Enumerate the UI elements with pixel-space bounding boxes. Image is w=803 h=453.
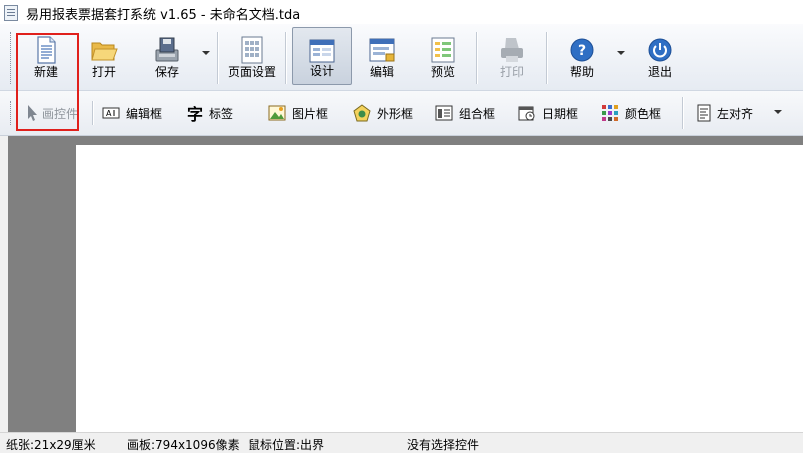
label-tool-button[interactable]: 字 标签 — [187, 103, 234, 124]
save-disk-icon — [155, 37, 179, 62]
group-box-icon — [435, 105, 453, 121]
print-label: 打印 — [499, 65, 524, 79]
power-icon — [648, 38, 672, 62]
toolbar-separator — [476, 32, 477, 84]
svg-text:A: A — [106, 109, 112, 118]
preview-button[interactable]: 预览 — [418, 27, 468, 85]
color-tool-label: 颜色框 — [625, 106, 662, 121]
shape-tool-button[interactable]: 外形框 — [353, 103, 413, 123]
page-setup-label: 页面设置 — [227, 65, 276, 79]
text-editbox-icon: A — [102, 107, 120, 119]
edit-form-lock-icon — [369, 38, 395, 62]
toolbar-separator — [285, 32, 286, 84]
label-char-icon: 字 — [187, 105, 204, 124]
edit-label: 编辑 — [369, 65, 394, 79]
align-left-label: 左对齐 — [717, 106, 754, 121]
controls-toolbar: 画控件 A 编辑框 字 标签 图片框 外形框 组合框 日期框 颜色框 左对齐 — [0, 91, 803, 136]
help-question-icon: ? — [570, 38, 594, 62]
preview-label: 预览 — [430, 65, 455, 79]
printer-icon — [501, 38, 523, 62]
toolbar-grip[interactable] — [10, 32, 14, 84]
status-selection: 没有选择控件 — [407, 438, 480, 452]
label-tool-label: 标签 — [209, 106, 234, 121]
color-tool-button[interactable]: 颜色框 — [601, 103, 661, 123]
toolbar-separator — [217, 32, 218, 84]
date-tool-label: 日期框 — [542, 106, 579, 121]
exit-button[interactable]: 退出 — [636, 27, 684, 85]
picture-tool-button[interactable]: 图片框 — [268, 103, 328, 123]
date-tool-button[interactable]: 日期框 — [518, 103, 578, 123]
status-bar: 纸张:21x29厘米 画板:794x1096像素 鼠标位置:出界 没有选择控件 — [0, 432, 803, 453]
picture-tool-label: 图片框 — [292, 106, 329, 121]
help-dropdown-chevron-icon[interactable] — [616, 48, 626, 58]
design-canvas-area[interactable] — [8, 136, 803, 432]
shape-tool-label: 外形框 — [377, 106, 414, 121]
shape-icon — [353, 104, 371, 122]
color-grid-icon — [602, 105, 618, 121]
align-left-icon — [697, 104, 711, 122]
help-label: 帮助 — [569, 65, 594, 79]
status-paper-size: 纸张:21x29厘米 — [6, 438, 96, 452]
svg-text:?: ? — [578, 43, 586, 59]
design-button[interactable]: 设计 — [292, 27, 352, 85]
align-left-button[interactable]: 左对齐 — [697, 103, 753, 123]
picture-icon — [268, 105, 286, 121]
design-paper[interactable] — [76, 145, 803, 432]
status-canvas-size: 画板:794x1096像素 — [127, 438, 240, 452]
help-button[interactable]: ? 帮助 — [557, 27, 607, 85]
print-button[interactable]: 打印 — [487, 27, 537, 85]
title-bar: 易用报表票据套打系统 v1.65 - 未命名文档.tda — [0, 0, 803, 24]
open-button[interactable]: 打开 — [80, 27, 128, 85]
calendar-clock-icon — [518, 106, 535, 121]
exit-label: 退出 — [647, 65, 672, 79]
app-icon — [4, 5, 18, 21]
open-label: 打开 — [91, 65, 116, 79]
left-margin — [0, 136, 8, 432]
save-dropdown-chevron-icon[interactable] — [201, 48, 211, 58]
align-dropdown-chevron-icon[interactable] — [773, 107, 783, 117]
toolbar-separator — [546, 32, 547, 84]
toolbar-separator — [92, 101, 93, 125]
new-button-highlight — [16, 33, 79, 131]
save-label: 保存 — [154, 65, 179, 79]
editbox-tool-label: 编辑框 — [126, 106, 163, 121]
editbox-tool-button[interactable]: A 编辑框 — [102, 103, 162, 123]
toolbar-grip[interactable] — [10, 101, 14, 125]
group-tool-button[interactable]: 组合框 — [435, 103, 495, 123]
toolbar-separator — [682, 97, 683, 129]
window-title: 易用报表票据套打系统 v1.65 - 未命名文档.tda — [26, 8, 301, 23]
group-tool-label: 组合框 — [459, 106, 496, 121]
preview-form-icon — [431, 37, 455, 63]
folder-open-icon — [91, 42, 118, 61]
page-setup-button[interactable]: 页面设置 — [224, 27, 280, 85]
page-setup-icon — [241, 36, 263, 64]
design-label: 设计 — [309, 64, 334, 78]
edit-button[interactable]: 编辑 — [357, 27, 407, 85]
main-toolbar: 新建 打开 保存 页面设置 设计 编辑 预览 打印 ? 帮助 退出 — [0, 24, 803, 91]
status-mouse-position: 鼠标位置:出界 — [248, 438, 325, 452]
save-button[interactable]: 保存 — [142, 27, 192, 85]
